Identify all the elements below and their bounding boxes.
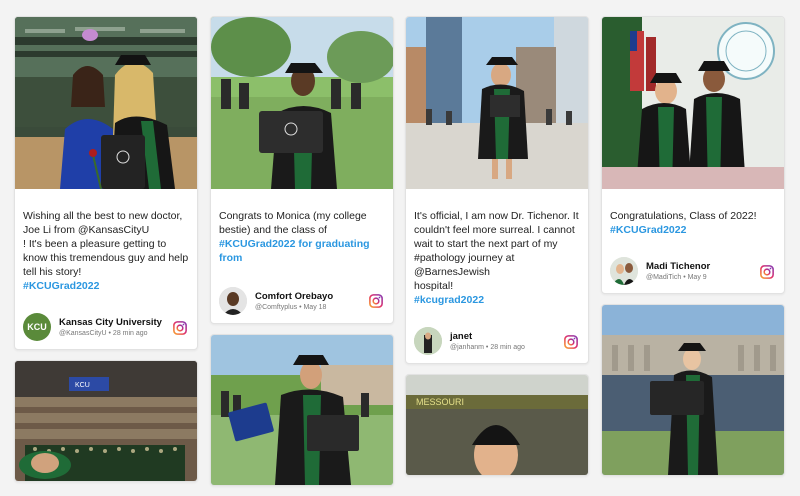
post-time: May 18	[303, 304, 327, 311]
feed-column-4: Congratulations, Class of 2022! #KCUGrad…	[601, 16, 785, 486]
post-caption: Congratulations, Class of 2022!	[610, 210, 757, 222]
post-photo[interactable]	[211, 17, 393, 189]
flags-graduates-photo	[602, 17, 784, 189]
post-card-museum[interactable]	[601, 304, 785, 476]
avatar-initials: KCU	[27, 322, 47, 332]
post-card-arena[interactable]: KCU	[14, 360, 198, 482]
avatar	[219, 287, 247, 315]
post-caption: It's official, I am now Dr. Tichenor. It…	[414, 210, 579, 292]
post-card-selfie[interactable]: MESSOURI	[405, 374, 589, 476]
instagram-icon[interactable]	[173, 321, 187, 335]
post-photo[interactable]: MESSOURI	[406, 375, 588, 475]
post-photo[interactable]	[602, 305, 784, 475]
post-time: May 9	[687, 274, 707, 281]
museum-graduate-photo	[602, 305, 784, 475]
post-photo[interactable]	[211, 335, 393, 485]
feed-column-3: It's official, I am now Dr. Tichenor. It…	[405, 16, 589, 486]
post-author[interactable]: Comfort Orebayo @Comftyplus • May 18	[211, 279, 393, 323]
ceremony-photo: KCU	[15, 361, 197, 481]
post-time: 28 min ago	[490, 344, 525, 351]
city-graduate-photo	[406, 17, 588, 189]
arena-selfie-photo: MESSOURI	[406, 375, 588, 475]
post-photo[interactable]	[406, 17, 588, 189]
hashtag-link[interactable]: #kcugrad2022	[414, 294, 484, 306]
avatar-photo	[610, 257, 638, 285]
hashtag-link[interactable]: #KCUGrad2022	[23, 280, 99, 292]
avatar	[414, 327, 442, 355]
author-name: Madi Tichenor	[646, 261, 711, 272]
post-author[interactable]: KCU Kansas City University @KansasCityU …	[15, 307, 197, 349]
instagram-icon[interactable]	[564, 335, 578, 349]
author-name: Kansas City University	[59, 317, 162, 328]
post-photo[interactable]	[602, 17, 784, 189]
avatar-photo	[219, 287, 247, 315]
author-name: janet	[450, 331, 473, 342]
post-card-comfort[interactable]: Congrats to Monica (my college bestie) a…	[210, 16, 394, 324]
avatar: KCU	[23, 313, 51, 341]
campus-graduate-photo	[211, 335, 393, 485]
arena-sign: MESSOURI	[416, 397, 464, 407]
author-handle: @janhanm	[450, 344, 484, 351]
post-photo[interactable]	[15, 17, 197, 189]
post-card-kcu[interactable]: Wishing all the best to new doctor, Joe …	[14, 16, 198, 350]
author-name: Comfort Orebayo	[255, 291, 334, 302]
arena-photo	[15, 17, 197, 189]
post-card-janet[interactable]: It's official, I am now Dr. Tichenor. It…	[405, 16, 589, 364]
hashtag-link[interactable]: #KCUGrad2022 for graduating from	[219, 238, 370, 264]
avatar	[610, 257, 638, 285]
post-author[interactable]: janet @janhanm • 28 min ago	[406, 321, 588, 363]
post-time: 28 min ago	[112, 330, 148, 337]
instagram-icon[interactable]	[369, 294, 383, 308]
author-handle: @Comftyplus	[255, 304, 298, 311]
kcu-banner: KCU	[75, 382, 90, 389]
post-caption: Congrats to Monica (my college bestie) a…	[219, 210, 367, 236]
post-card-madi[interactable]: Congratulations, Class of 2022! #KCUGrad…	[601, 16, 785, 294]
feed-column-2: Congrats to Monica (my college bestie) a…	[210, 16, 394, 496]
instagram-icon[interactable]	[760, 265, 774, 279]
post-author[interactable]: Madi Tichenor @MadiTich • May 9	[602, 251, 784, 293]
author-handle: @MadiTich	[646, 274, 682, 281]
post-caption: Wishing all the best to new doctor, Joe …	[23, 210, 189, 278]
author-handle: @KansasCityU	[59, 330, 107, 337]
post-photo[interactable]: KCU	[15, 361, 197, 481]
feed-column-1: Wishing all the best to new doctor, Joe …	[14, 16, 198, 492]
hashtag-link[interactable]: #KCUGrad2022	[610, 224, 686, 236]
outdoor-graduate-photo	[211, 17, 393, 189]
post-card-campus[interactable]	[210, 334, 394, 486]
avatar-photo	[414, 327, 442, 355]
